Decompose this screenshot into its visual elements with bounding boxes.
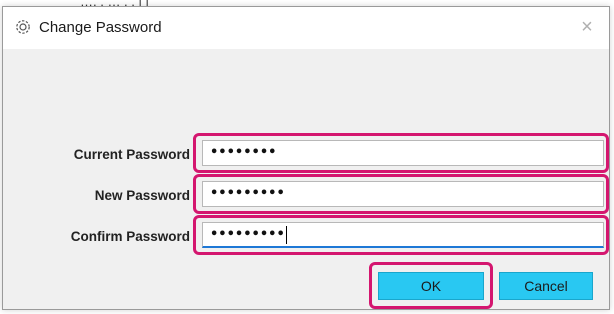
text-caret	[285, 225, 287, 244]
new-password-highlight: •••••••••	[193, 174, 609, 214]
cancel-button[interactable]: Cancel	[499, 272, 593, 300]
confirm-password-input[interactable]: •••••••••	[202, 222, 604, 248]
change-password-dialog: Change Password × Current Password •••••…	[2, 6, 610, 310]
current-password-label: Current Password	[73, 147, 190, 162]
new-password-label: New Password	[94, 188, 190, 203]
current-password-highlight: ••••••••	[193, 133, 609, 173]
confirm-password-label: Confirm Password	[70, 229, 190, 244]
dialog-title: Change Password	[39, 19, 162, 36]
gear-icon	[14, 18, 32, 36]
close-button[interactable]: ×	[575, 15, 599, 39]
ok-button[interactable]: OK	[378, 272, 484, 300]
new-password-value: •••••••••	[210, 186, 285, 201]
confirm-password-value: •••••••••	[210, 227, 285, 242]
current-password-value: ••••••••	[210, 145, 277, 160]
current-password-input[interactable]: ••••••••	[202, 140, 604, 166]
title-bar[interactable]: Change Password ×	[3, 7, 609, 49]
confirm-password-highlight: •••••••••	[193, 215, 609, 255]
new-password-input[interactable]: •••••••••	[202, 181, 604, 207]
